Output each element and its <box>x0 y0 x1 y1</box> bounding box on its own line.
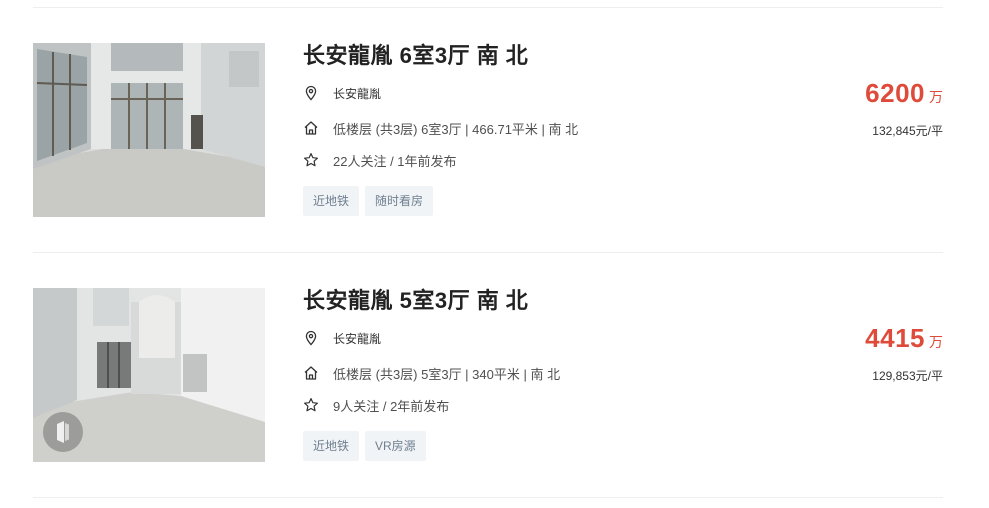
tag: 近地铁 <box>303 431 360 461</box>
vr-badge-icon <box>53 420 73 444</box>
follow-info: 22人关注 / 1年前发布 <box>333 153 457 169</box>
listing-photo[interactable] <box>33 288 265 462</box>
house-info-row: 低楼层 (共3层) 5室3厅 | 340平米 | 南 北 <box>303 363 560 383</box>
total-price-value: 6200 <box>865 78 925 108</box>
tag-list: 近地铁 VR房源 <box>303 431 426 461</box>
listing-card: 长安龍胤 6室3厅 南 北 长安龍胤 低楼层 (共3层) 6室3厅 | 466.… <box>33 43 943 218</box>
follow-info: 9人关注 / 2年前发布 <box>333 398 450 414</box>
community-row: 长安龍胤 <box>303 328 381 348</box>
follow-info-row: 9人关注 / 2年前发布 <box>303 395 449 415</box>
listing-title[interactable]: 长安龍胤 6室3厅 南 北 <box>303 43 528 69</box>
divider-middle <box>33 252 943 253</box>
unit-price: 132,845元/平 <box>872 124 943 138</box>
house-info-row: 低楼层 (共3层) 6室3厅 | 466.71平米 | 南 北 <box>303 118 578 138</box>
map-pin-icon <box>303 85 319 101</box>
house-icon <box>303 365 319 381</box>
price-unit: 万 <box>929 89 943 105</box>
house-info: 低楼层 (共3层) 6室3厅 | 466.71平米 | 南 北 <box>333 121 579 137</box>
house-info: 低楼层 (共3层) 5室3厅 | 340平米 | 南 北 <box>333 366 561 382</box>
divider-top <box>33 7 943 8</box>
tag: 近地铁 <box>303 186 360 216</box>
listing-card: 长安龍胤 5室3厅 南 北 长安龍胤 低楼层 (共3层) 5室3厅 | 340平… <box>33 288 943 463</box>
follow-info-row: 22人关注 / 1年前发布 <box>303 150 457 170</box>
total-price: 6200 万 <box>865 78 943 109</box>
total-price-value: 4415 <box>865 323 925 353</box>
star-outline-icon <box>303 152 319 168</box>
price-unit: 万 <box>929 334 943 350</box>
total-price: 4415 万 <box>865 323 943 354</box>
tag: VR房源 <box>365 431 426 461</box>
house-icon <box>303 120 319 136</box>
community-link[interactable]: 长安龍胤 <box>333 85 381 102</box>
listing-photo[interactable] <box>33 43 265 217</box>
tag: 随时看房 <box>365 186 434 216</box>
community-link[interactable]: 长安龍胤 <box>333 330 381 347</box>
tag-list: 近地铁 随时看房 <box>303 186 434 216</box>
community-row: 长安龍胤 <box>303 83 381 103</box>
listing-title[interactable]: 长安龍胤 5室3厅 南 北 <box>303 288 528 314</box>
divider-bottom <box>33 497 943 498</box>
unit-price: 129,853元/平 <box>872 369 943 383</box>
map-pin-icon <box>303 330 319 346</box>
star-outline-icon <box>303 397 319 413</box>
